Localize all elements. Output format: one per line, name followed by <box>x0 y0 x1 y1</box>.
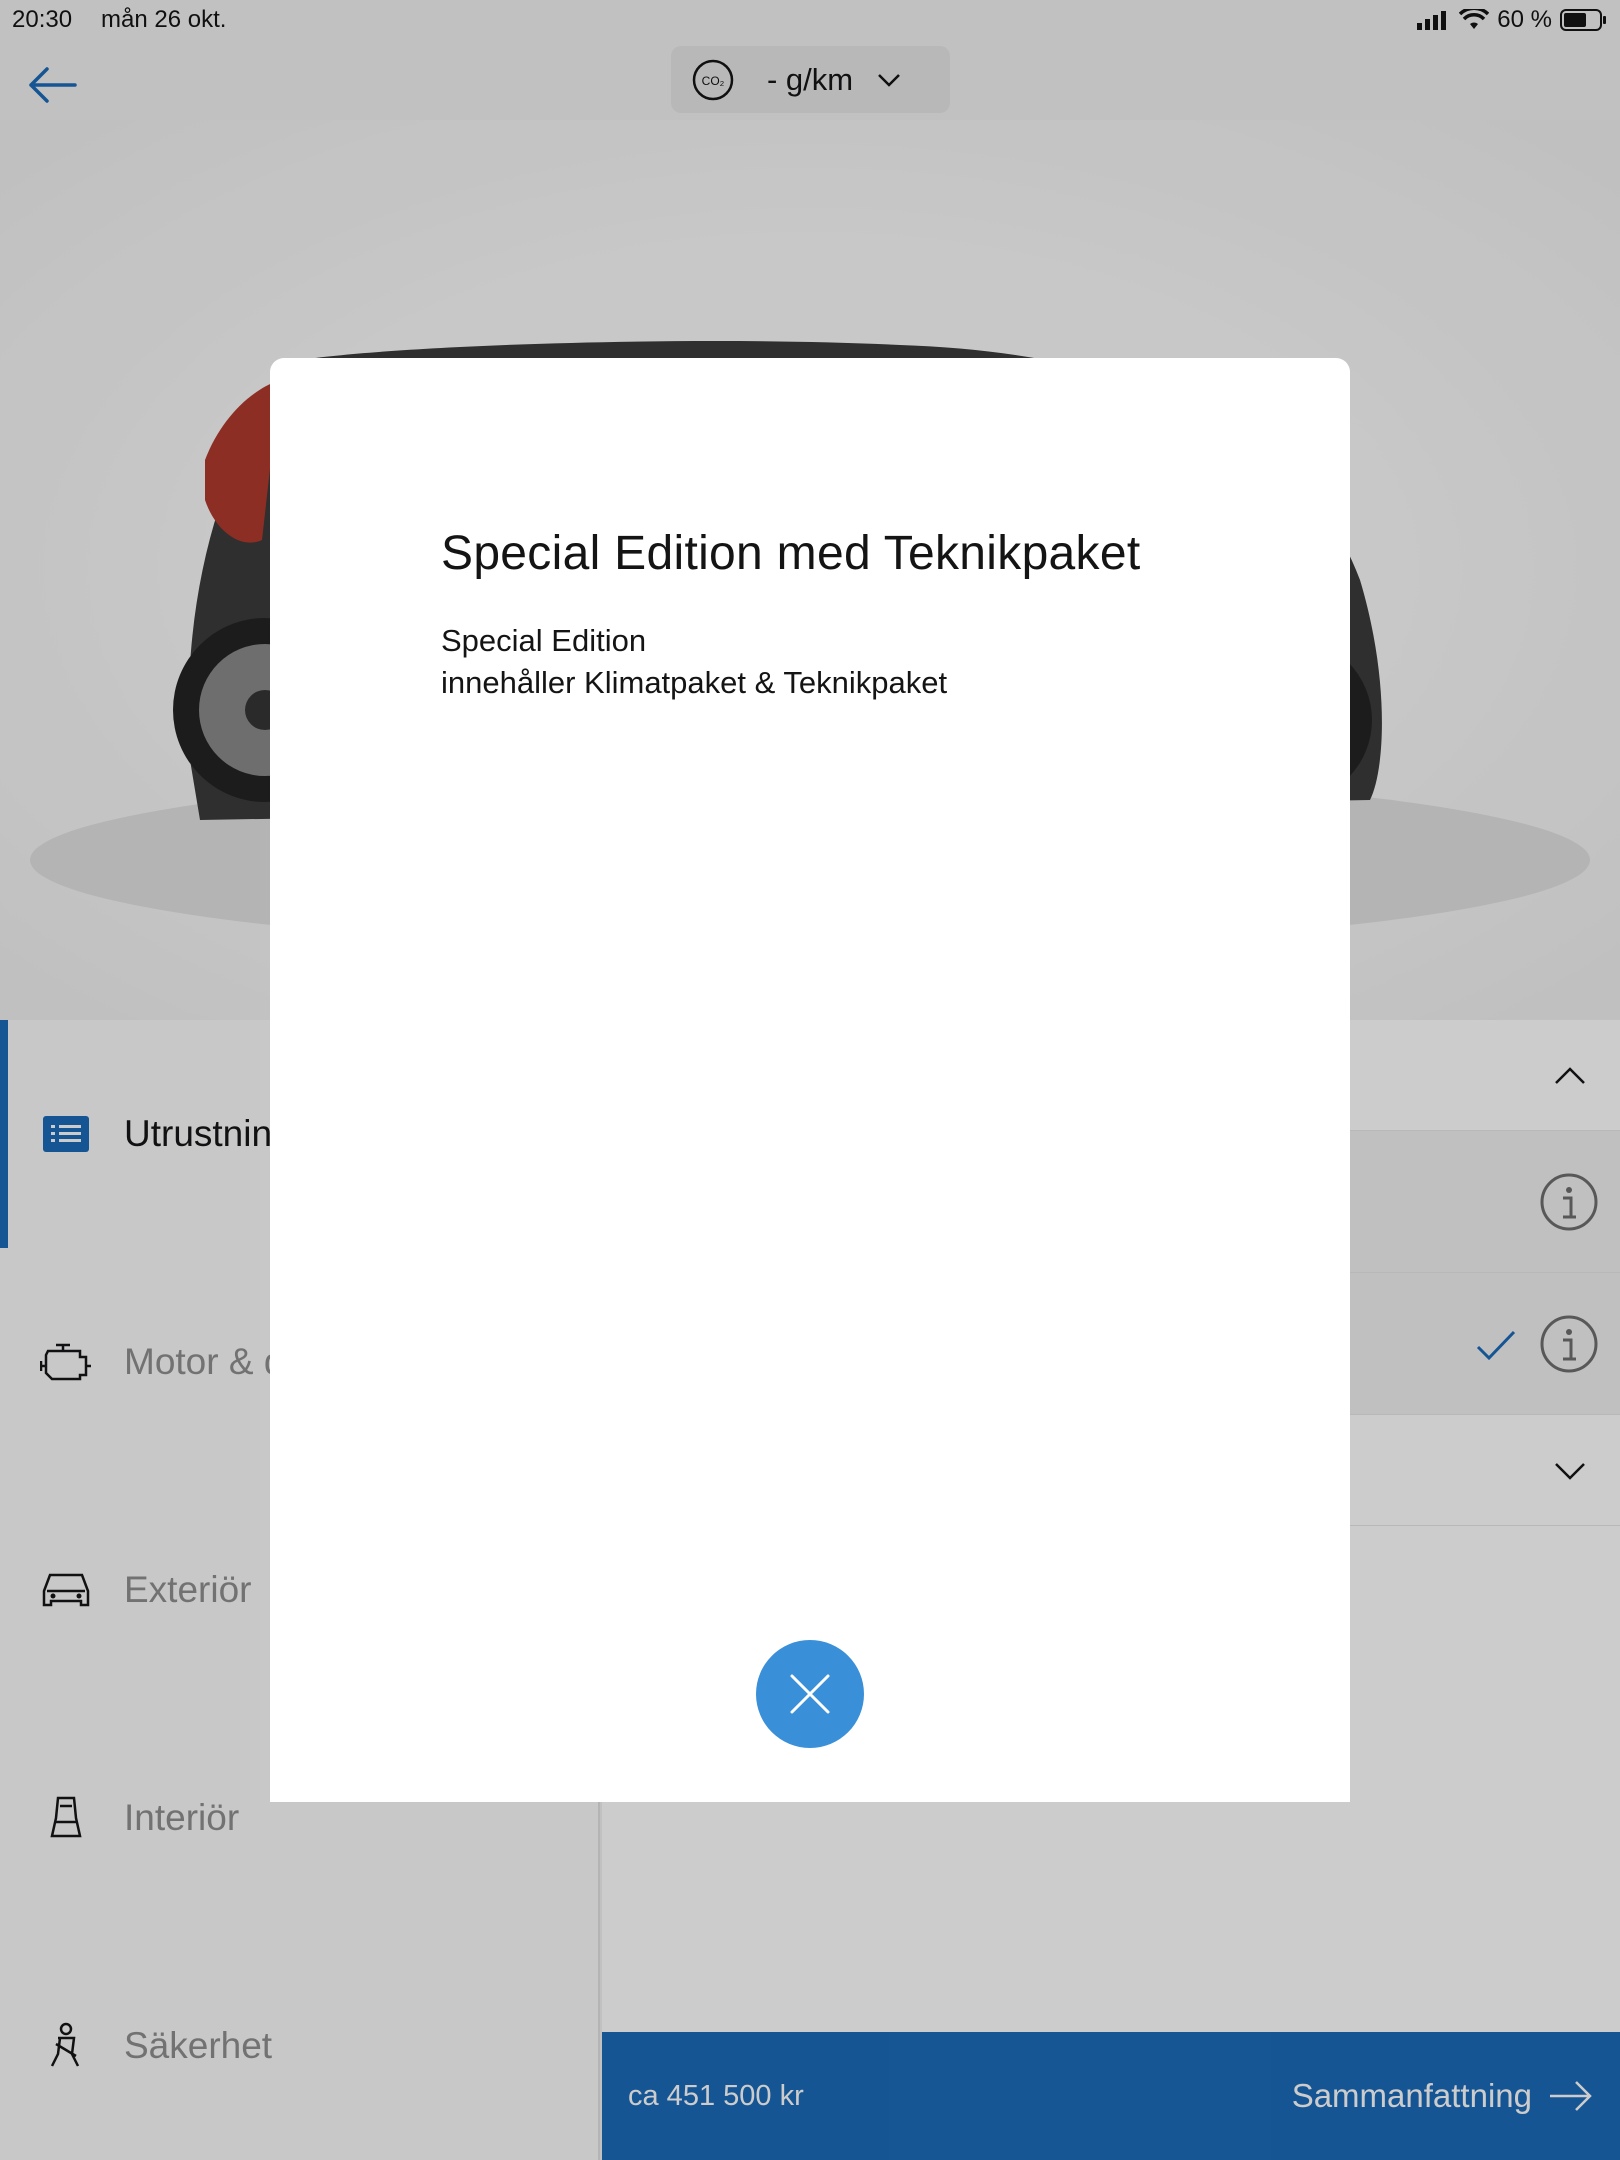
modal-body-line: innehåller Klimatpaket & Teknikpaket <box>441 665 948 700</box>
close-button[interactable] <box>756 1640 864 1748</box>
close-icon <box>790 1674 830 1714</box>
modal-body-line: Special Edition <box>441 623 647 658</box>
modal-body: Special Edition innehåller Klimatpaket &… <box>441 620 947 704</box>
package-info-modal: Special Edition med Teknikpaket Special … <box>270 358 1350 1802</box>
modal-title: Special Edition med Teknikpaket <box>441 527 1141 580</box>
